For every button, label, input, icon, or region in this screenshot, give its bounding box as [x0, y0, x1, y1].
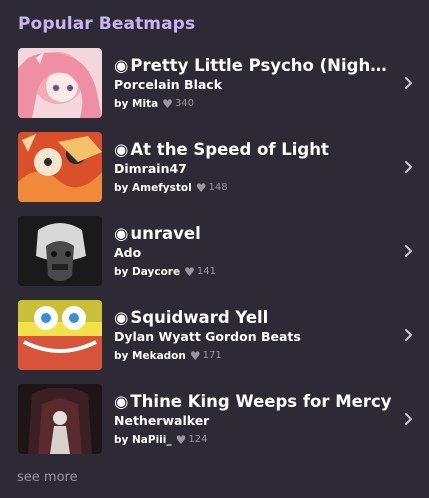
heart-icon: ♥ [184, 265, 195, 279]
chevron-right-icon [405, 413, 412, 425]
beatmap-mapper: by Mita [114, 98, 159, 110]
beatmap-thumbnail [18, 384, 102, 454]
chevron-right-icon [405, 77, 412, 89]
beatmap-title: ◉ Squidward Yell [114, 308, 269, 327]
beatmap-title: ◉ At the Speed of Light [114, 140, 329, 159]
beatmap-thumbnail [18, 48, 102, 118]
beatmap-artist: Netherwalker [114, 413, 210, 428]
beatmap-likes: 141 [196, 266, 216, 277]
beatmap-artist: Dimrain47 [114, 161, 187, 176]
beatmap-title: ◉ Pretty Little Psycho (Nightc... [114, 56, 392, 75]
heart-icon: ♥ [195, 181, 207, 195]
chevron-right-icon [405, 245, 412, 257]
see-more-link[interactable]: see more [17, 470, 78, 485]
beatmap-mapper: by Daycore [114, 266, 181, 278]
heart-icon: ♥ [162, 97, 173, 111]
beatmap-title: ◉ unravel [114, 224, 201, 243]
beatmap-mapper: by Amefystol [114, 182, 192, 194]
section-title: Popular Beatmaps [18, 14, 196, 34]
beatmap-item[interactable]: ◉ Squidward Yell Dylan Wyatt Gordon Beats… [0, 296, 429, 372]
chevron-right-icon [405, 329, 412, 341]
beatmap-meta: by NaPiii_ ♥ 124 [114, 433, 208, 447]
beatmap-thumbnail [18, 216, 102, 286]
popular-beatmaps-panel: Popular Beatmaps ◉ Pretty Little Psycho (… [0, 0, 429, 498]
record-icon: ◉ [114, 392, 129, 411]
beatmap-mapper: by Mekadon [114, 350, 186, 362]
beatmap-item[interactable]: ◉ At the Speed of Light Dimrain47 by Amef… [0, 128, 429, 204]
heart-icon: ♥ [189, 349, 201, 363]
beatmap-likes: 340 [174, 98, 195, 109]
record-icon: ◉ [114, 140, 129, 159]
beatmap-meta: by Daycore ♥ 141 [114, 265, 216, 279]
beatmap-artist: Dylan Wyatt Gordon Beats [114, 329, 301, 344]
beatmap-item[interactable]: ◉ unravel Ado by Daycore ♥ 141 [0, 212, 429, 288]
beatmap-artist: Porcelain Black [114, 77, 223, 92]
record-icon: ◉ [114, 308, 129, 327]
beatmap-title: ◉ Thine King Weeps for Mercy [114, 392, 392, 411]
beatmap-item[interactable]: ◉ Pretty Little Psycho (Nightc... Porcela… [0, 44, 429, 120]
record-icon: ◉ [114, 224, 129, 243]
beatmap-likes: 148 [208, 182, 228, 193]
heart-icon: ♥ [175, 433, 187, 447]
beatmap-likes: 171 [202, 350, 222, 361]
beatmap-thumbnail [18, 132, 102, 202]
beatmap-meta: by Mekadon ♥ 171 [114, 349, 222, 363]
beatmap-mapper: by NaPiii_ [114, 434, 172, 446]
beatmap-meta: by Mita ♥ 340 [114, 97, 194, 111]
beatmap-meta: by Amefystol ♥ 148 [114, 181, 228, 195]
chevron-right-icon [405, 161, 412, 173]
beatmap-likes: 124 [188, 434, 208, 445]
beatmap-thumbnail [18, 300, 102, 370]
beatmap-artist: Ado [114, 245, 142, 260]
record-icon: ◉ [114, 56, 129, 75]
beatmap-item[interactable]: ◉ Thine King Weeps for Mercy Netherwalker… [0, 380, 429, 456]
